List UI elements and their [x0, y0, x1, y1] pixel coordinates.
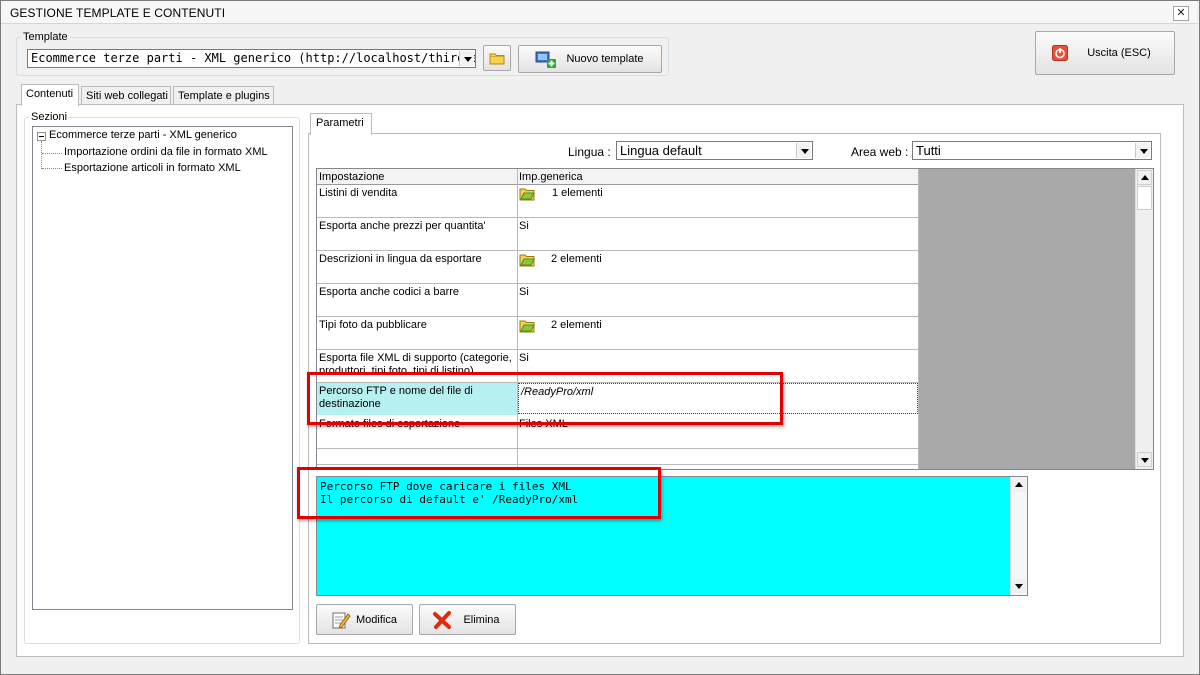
folder-icon	[519, 320, 535, 333]
row-setting-name: Esporta anche prezzi per quantita'	[319, 220, 486, 232]
open-folder-button[interactable]	[483, 45, 511, 71]
area-web-select[interactable]: Tutti	[912, 141, 1152, 160]
tab-siti-web-collegati[interactable]: Siti web collegati	[81, 86, 171, 106]
tab-contenuti[interactable]: Contenuti	[21, 84, 79, 106]
scroll-up-icon[interactable]	[1137, 170, 1152, 185]
folder-icon	[519, 188, 535, 201]
grid-header: Impostazione Imp.generica	[317, 169, 919, 185]
power-icon	[1052, 45, 1068, 61]
new-template-button[interactable]: Nuovo template	[518, 45, 662, 73]
area-web-label: Area web :	[851, 145, 909, 159]
chevron-down-icon	[796, 143, 811, 158]
close-button[interactable]: ✕	[1173, 6, 1189, 21]
column-header-setting[interactable]: Impostazione	[317, 169, 517, 185]
title-bar: GESTIONE TEMPLATE E CONTENUTI ✕	[1, 1, 1197, 24]
row-setting-name: Tipi foto da pubblicare	[319, 319, 427, 331]
table-row[interactable]: Esporta anche codici a barre Si	[317, 284, 919, 317]
lingua-select[interactable]: Lingua default	[616, 141, 813, 160]
annotation-highlight-description	[297, 467, 661, 519]
template-select[interactable]: Ecommerce terze parti - XML generico (ht…	[27, 49, 476, 68]
row-setting-name: Esporta anche codici a barre	[319, 286, 460, 298]
tree-node-export-articles[interactable]: Esportazione articoli in formato XML	[64, 162, 241, 174]
tree-node-import-orders[interactable]: Importazione ordini da file in formato X…	[64, 146, 268, 158]
modifica-button[interactable]: Modifica	[316, 604, 413, 635]
row-setting-value: Si	[519, 352, 529, 364]
sections-tree[interactable]: Ecommerce terze parti - XML generico Imp…	[32, 126, 293, 610]
table-row[interactable]: Esporta anche prezzi per quantita' Si	[317, 218, 919, 251]
grid-scrollbar[interactable]	[1135, 169, 1153, 469]
row-setting-value: Si	[519, 286, 529, 298]
area-web-select-value: Tutti	[916, 143, 941, 158]
folder-icon	[489, 53, 505, 65]
collapse-icon[interactable]	[37, 132, 46, 141]
row-setting-name: Esporta file XML di supporto (categorie,…	[319, 352, 512, 374]
new-template-label: Nuovo template	[566, 53, 644, 65]
description-scrollbar[interactable]	[1010, 477, 1027, 595]
table-row[interactable]: Listini di vendita 1 elementi	[317, 185, 919, 218]
scroll-up-icon[interactable]	[1012, 478, 1026, 492]
row-setting-name: Descrizioni in lingua da esportare	[319, 253, 482, 265]
add-template-icon	[535, 51, 556, 68]
folder-icon	[519, 254, 535, 267]
tree-line	[41, 141, 42, 169]
table-row[interactable]: Descrizioni in lingua da esportare 2 ele…	[317, 251, 919, 284]
window-title: GESTIONE TEMPLATE E CONTENUTI	[10, 6, 226, 20]
row-setting-value: 2 elementi	[551, 319, 602, 331]
template-group-label: Template	[23, 31, 68, 43]
edit-icon	[332, 612, 351, 629]
tree-node-root[interactable]: Ecommerce terze parti - XML generico	[49, 129, 237, 141]
lingua-select-value: Lingua default	[620, 143, 702, 158]
tree-line	[42, 153, 62, 154]
column-header-value[interactable]: Imp.generica	[517, 169, 919, 185]
lingua-label: Lingua :	[568, 145, 611, 159]
elimina-label: Elimina	[463, 613, 500, 626]
row-setting-value: Si	[519, 220, 529, 232]
annotation-highlight-row	[307, 372, 783, 425]
tree-line	[42, 168, 62, 169]
tab-parametri[interactable]: Parametri	[310, 113, 372, 135]
template-select-value: Ecommerce terze parti - XML generico (ht…	[31, 51, 476, 65]
tab-template-plugins[interactable]: Template e plugins	[173, 86, 274, 106]
exit-button-label: Uscita (ESC)	[1087, 47, 1151, 59]
delete-icon	[433, 611, 451, 629]
row-setting-name: Listini di vendita	[319, 187, 398, 199]
table-row[interactable]: Tipi foto da pubblicare 2 elementi	[317, 317, 919, 350]
sections-label: Sezioni	[29, 111, 70, 123]
scroll-down-icon[interactable]	[1137, 452, 1152, 467]
scroll-thumb[interactable]	[1137, 186, 1152, 210]
chevron-down-icon	[1135, 143, 1150, 158]
modifica-label: Modifica	[356, 613, 397, 626]
row-setting-value: 1 elementi	[552, 187, 603, 199]
table-row-empty[interactable]	[317, 449, 919, 465]
scroll-down-icon[interactable]	[1012, 579, 1026, 593]
row-setting-value: 2 elementi	[551, 253, 602, 265]
exit-button[interactable]: Uscita (ESC)	[1035, 31, 1175, 75]
elimina-button[interactable]: Elimina	[419, 604, 516, 635]
chevron-down-icon	[459, 51, 474, 66]
